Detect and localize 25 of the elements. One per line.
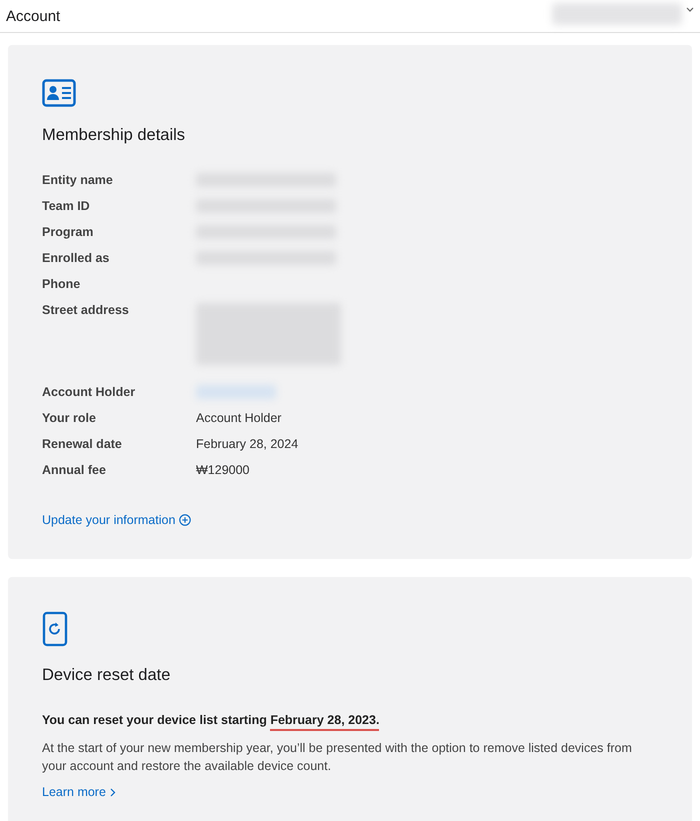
field-label: Annual fee	[42, 462, 107, 479]
id-card-icon	[42, 79, 76, 107]
field-label: Account Holder	[42, 384, 136, 401]
field-label: Program	[42, 224, 94, 241]
description: At the start of your new membership year, you’ll be presented with the option to remove listed devices from your account and restore the available device count.	[42, 740, 633, 775]
chevron-down-icon[interactable]	[686, 7, 694, 13]
reset-notice: You can reset your device list starting February 28, 2023.	[42, 711, 658, 733]
field-label: Enrolled as	[42, 250, 110, 267]
field-value: February 28, 2024	[196, 436, 300, 453]
field-label: Renewal date	[42, 436, 123, 453]
field-value: ₩129000	[196, 462, 251, 479]
section-title: Device reset date	[42, 666, 172, 685]
field-label: Entity name	[42, 172, 114, 189]
field-label: Your role	[42, 410, 97, 427]
field-label: Street address	[42, 302, 130, 319]
field-value: Account Holder	[196, 410, 282, 427]
field-label: Phone	[42, 276, 82, 293]
page-title: Account	[6, 8, 60, 24]
field-label: Team ID	[42, 198, 91, 215]
section-title: Membership details	[42, 126, 186, 145]
update-info-link[interactable]: Update your information	[42, 513, 192, 527]
learn-more-link[interactable]: Learn more	[42, 785, 116, 799]
chevron-right-icon	[110, 788, 116, 796]
plus-circle-icon	[179, 514, 192, 526]
phone-refresh-icon	[42, 611, 68, 647]
